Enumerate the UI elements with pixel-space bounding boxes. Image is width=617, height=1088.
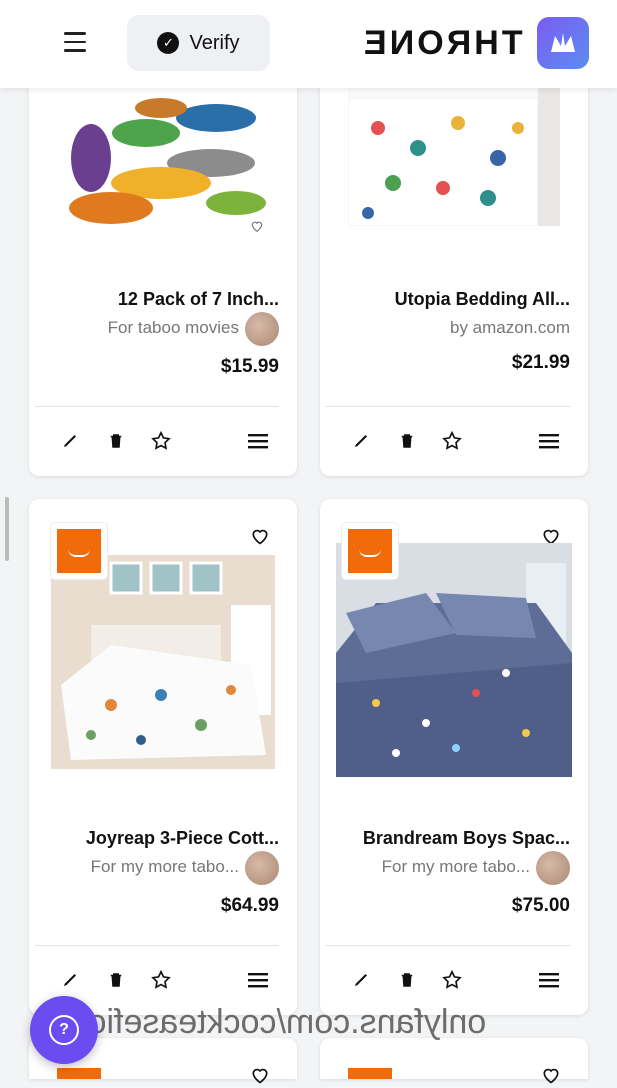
- edit-pencil-icon[interactable]: [55, 426, 85, 456]
- product-title: 12 Pack of 7 Inch...: [117, 289, 279, 309]
- edit-pencil-icon[interactable]: [346, 426, 376, 456]
- delete-trash-icon[interactable]: [101, 965, 131, 995]
- product-subtitle: For my more tabo...: [90, 857, 239, 876]
- product-price: $64.99: [220, 895, 279, 916]
- amazon-badge-icon: [342, 523, 398, 579]
- edit-pencil-icon[interactable]: [346, 965, 376, 995]
- menu-lines-icon[interactable]: [243, 426, 273, 456]
- edit-pencil-icon[interactable]: [55, 965, 85, 995]
- verify-button[interactable]: ✓ Verify: [127, 15, 270, 71]
- verify-label: Verify: [189, 31, 240, 54]
- scrollbar[interactable]: [5, 497, 9, 561]
- heart-icon[interactable]: [247, 523, 273, 549]
- product-card[interactable]: Joyreap 3-Piece Cott... For my more tabo…: [29, 499, 297, 1015]
- throne-logo-icon: [537, 17, 589, 69]
- menu-lines-icon[interactable]: [243, 965, 273, 995]
- product-image: [51, 555, 275, 769]
- product-subtitle: For taboo movies: [107, 318, 239, 337]
- menu-lines-icon[interactable]: [534, 965, 564, 995]
- brand[interactable]: THRONE: [361, 14, 589, 72]
- star-icon[interactable]: [437, 965, 467, 995]
- amazon-badge-icon: [51, 523, 107, 579]
- product-card[interactable]: 12 Pack of 7 Inch... For taboo movies $1…: [29, 60, 297, 476]
- product-card[interactable]: Brandream Boys Spac... For my more tabo.…: [320, 499, 588, 1015]
- divider: [326, 406, 570, 407]
- product-subtitle: by amazon.com: [450, 318, 570, 337]
- product-price: $75.00: [511, 895, 570, 916]
- brand-name: THRONE: [361, 23, 523, 62]
- delete-trash-icon[interactable]: [392, 965, 422, 995]
- star-icon[interactable]: [437, 426, 467, 456]
- avatar: [245, 312, 279, 346]
- question-icon: ?: [49, 1015, 79, 1045]
- divider: [326, 945, 570, 946]
- amazon-badge-icon: [57, 1068, 101, 1079]
- product-price: $15.99: [220, 356, 279, 377]
- product-title: Brandream Boys Spac...: [362, 828, 570, 848]
- star-icon[interactable]: [146, 965, 176, 995]
- product-card[interactable]: [320, 1038, 588, 1084]
- menu-lines-icon[interactable]: [534, 426, 564, 456]
- delete-trash-icon[interactable]: [101, 426, 131, 456]
- heart-icon[interactable]: [247, 1062, 273, 1088]
- divider: [35, 406, 279, 407]
- product-title: Utopia Bedding All...: [394, 289, 570, 309]
- product-image: [51, 88, 279, 236]
- delete-trash-icon[interactable]: [392, 426, 422, 456]
- amazon-badge-icon: [348, 1068, 392, 1079]
- product-image: [348, 88, 560, 226]
- top-bar: ✓ Verify THRONE: [0, 0, 617, 88]
- avatar: [536, 851, 570, 885]
- product-price: $21.99: [511, 352, 570, 373]
- product-card[interactable]: Utopia Bedding All... by amazon.com $21.…: [320, 60, 588, 476]
- avatar: [245, 851, 279, 885]
- star-icon[interactable]: [146, 426, 176, 456]
- help-button[interactable]: ?: [30, 996, 98, 1064]
- verified-badge-icon: ✓: [157, 32, 180, 54]
- hamburger-menu-icon[interactable]: [58, 26, 92, 60]
- heart-icon[interactable]: [247, 216, 267, 236]
- product-subtitle: For my more tabo...: [381, 857, 530, 876]
- divider: [35, 945, 279, 946]
- product-title: Joyreap 3-Piece Cott...: [85, 828, 279, 848]
- heart-icon[interactable]: [538, 1062, 564, 1088]
